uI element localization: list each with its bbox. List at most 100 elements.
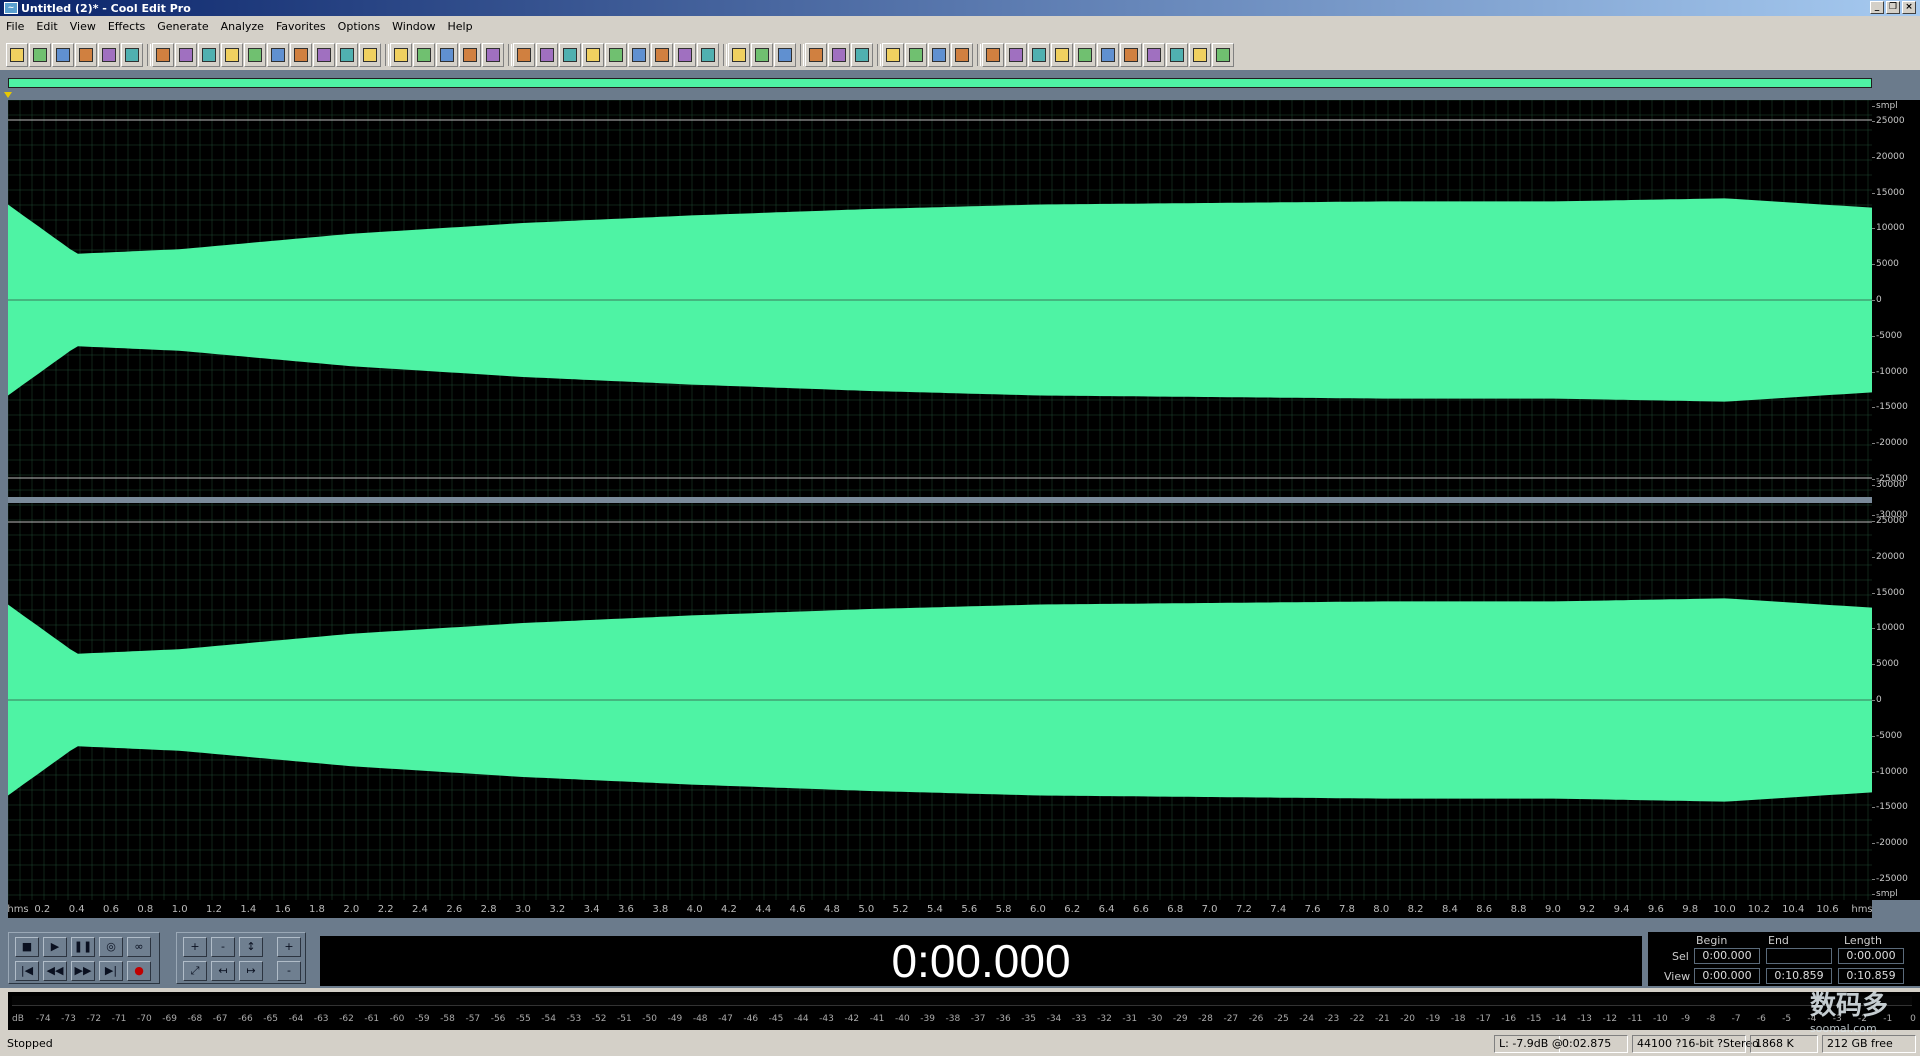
zoom-in-vertical-button[interactable]: + (277, 937, 301, 957)
view-end-field[interactable]: 0:10.859 (1766, 968, 1832, 984)
meter-tick-label: -56 (490, 1014, 506, 1024)
cut-button[interactable] (244, 43, 266, 67)
new-button[interactable] (29, 43, 51, 67)
pause-button[interactable]: ❚❚ (71, 937, 95, 957)
play-list-button[interactable] (536, 43, 558, 67)
record-button[interactable]: ● (127, 961, 151, 981)
play-button[interactable] (582, 43, 604, 67)
restore-button[interactable]: ❐ (1886, 1, 1900, 14)
close-button[interactable]: × (1902, 1, 1916, 14)
menu-edit[interactable]: Edit (30, 18, 63, 36)
zoom-to-fit-button[interactable] (828, 43, 850, 67)
fast-forward-button[interactable]: ▶▶ (71, 961, 95, 981)
zoom-out-button[interactable]: - (211, 937, 235, 957)
distortion-button[interactable] (1143, 43, 1165, 67)
menu-effects[interactable]: Effects (102, 18, 151, 36)
zoom-full-button[interactable]: ↕ (239, 937, 263, 957)
normalize-button[interactable] (928, 43, 950, 67)
paste-button[interactable] (267, 43, 289, 67)
noise-reduction-button[interactable] (982, 43, 1004, 67)
zoom-reset-button[interactable] (851, 43, 873, 67)
zoom-out-vertical-button[interactable]: - (277, 961, 301, 981)
cue-list-button[interactable] (513, 43, 535, 67)
scripts-button[interactable] (751, 43, 773, 67)
mix-paste-button[interactable] (313, 43, 335, 67)
delay-button[interactable] (1120, 43, 1142, 67)
invert-button[interactable] (1051, 43, 1073, 67)
time-display-button[interactable] (628, 43, 650, 67)
zoom-in-button[interactable]: + (183, 937, 207, 957)
waveform-display[interactable] (8, 100, 1872, 900)
minimize-button[interactable]: _ (1870, 1, 1884, 14)
settings-button[interactable] (728, 43, 750, 67)
go-to-start-button[interactable]: |◀ (15, 961, 39, 981)
menu-view[interactable]: View (64, 18, 102, 36)
save-button[interactable] (75, 43, 97, 67)
window-controls: _ ❐ × (1870, 1, 1916, 14)
metadata-button[interactable] (674, 43, 696, 67)
zoom-left-button[interactable]: ↤ (211, 961, 235, 981)
multitrack-button[interactable] (482, 43, 504, 67)
time-tick-label: 10.2 (1747, 904, 1771, 915)
info-button[interactable] (559, 43, 581, 67)
open-button[interactable] (52, 43, 74, 67)
reverse-button[interactable] (1005, 43, 1027, 67)
play-from-cursor-button[interactable]: ◎ (99, 937, 123, 957)
redo-button[interactable] (175, 43, 197, 67)
sel-end-field[interactable] (1766, 948, 1832, 964)
sel-length-field[interactable]: 0:00.000 (1838, 948, 1904, 964)
paste-new-button[interactable] (290, 43, 312, 67)
eq-button[interactable] (1166, 43, 1188, 67)
menu-options[interactable]: Options (332, 18, 386, 36)
time-tick-label: 8.6 (1476, 904, 1493, 915)
cut-special-button[interactable] (198, 43, 220, 67)
loop-button[interactable]: ∞ (127, 937, 151, 957)
filter-button[interactable] (1074, 43, 1096, 67)
undo-button[interactable] (152, 43, 174, 67)
stretch-button[interactable] (951, 43, 973, 67)
chorus-button[interactable] (1097, 43, 1119, 67)
snap-button[interactable] (651, 43, 673, 67)
time-tick-label: 8.2 (1407, 904, 1424, 915)
help-button[interactable] (774, 43, 796, 67)
loop-button[interactable] (605, 43, 627, 67)
view-length-field[interactable]: 0:10.859 (1838, 968, 1904, 984)
copy-button[interactable] (221, 43, 243, 67)
pitch-button[interactable] (1212, 43, 1234, 67)
zoom-to-selection-button[interactable]: ⤢ (183, 961, 207, 981)
overview-bar[interactable] (8, 78, 1872, 88)
view-begin-field[interactable]: 0:00.000 (1694, 968, 1760, 984)
copy-icon (225, 48, 239, 62)
zoom-right-button[interactable]: ↦ (239, 961, 263, 981)
rewind-button[interactable]: ◀◀ (43, 961, 67, 981)
sel-begin-field[interactable]: 0:00.000 (1694, 948, 1760, 964)
trim-button[interactable] (336, 43, 358, 67)
waveform-view-button[interactable] (459, 43, 481, 67)
menu-favorites[interactable]: Favorites (270, 18, 332, 36)
save-as-button[interactable] (98, 43, 120, 67)
play-button[interactable]: ▶ (43, 937, 67, 957)
end-header: End (1768, 934, 1789, 947)
envelope-button[interactable] (390, 43, 412, 67)
amplitude-scale: smpl 25000 20000 15000 10000 5000 0 -5000 -10000… (1871, 100, 1920, 900)
envelope-fx-button[interactable] (905, 43, 927, 67)
zoom-selection-button[interactable] (359, 43, 381, 67)
amplify-button[interactable] (882, 43, 904, 67)
menu-file[interactable]: File (0, 18, 30, 36)
menu-window[interactable]: Window (386, 18, 441, 36)
play-position-marker[interactable] (4, 92, 12, 98)
silence-button[interactable] (1028, 43, 1050, 67)
frequency-analysis-button[interactable] (805, 43, 827, 67)
stop-button[interactable]: ■ (15, 937, 39, 957)
spectral-view-button[interactable] (436, 43, 458, 67)
time-ruler[interactable]: hms 0.2 0.4 0.6 0.8 1.0 1.2 1.4 1.6 1.8 2.0 2.2 2.4 2… (7, 900, 1873, 918)
menu-generate[interactable]: Generate (151, 18, 214, 36)
close-button[interactable] (121, 43, 143, 67)
go-to-end-button[interactable]: ▶| (99, 961, 123, 981)
fade-button[interactable] (413, 43, 435, 67)
menu-analyze[interactable]: Analyze (215, 18, 270, 36)
toggle-view-button[interactable] (6, 43, 28, 67)
menu-help[interactable]: Help (442, 18, 479, 36)
grid-button[interactable] (697, 43, 719, 67)
flanger-button[interactable] (1189, 43, 1211, 67)
